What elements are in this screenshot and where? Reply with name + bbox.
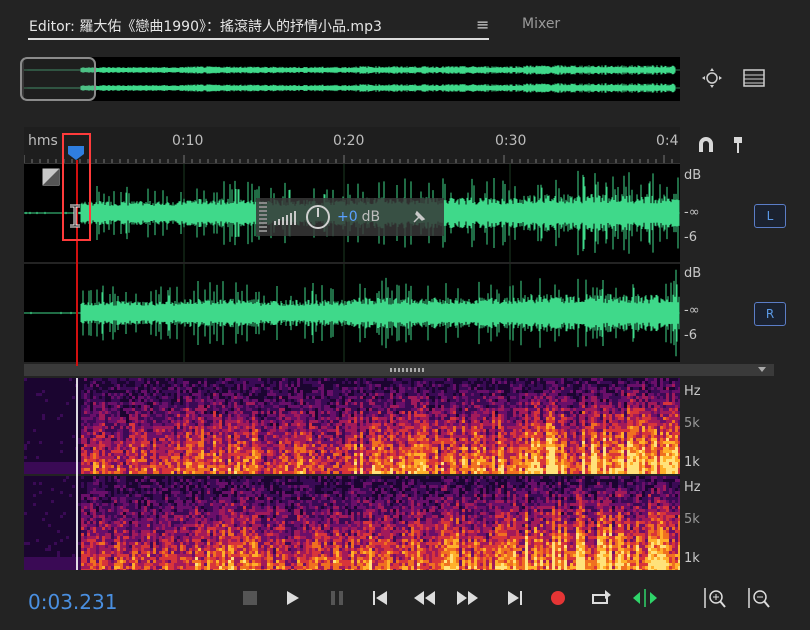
play-button[interactable]: [281, 586, 305, 610]
hud-grip-icon[interactable]: [259, 202, 267, 232]
pin-icon[interactable]: [410, 208, 428, 226]
view-divider[interactable]: [24, 364, 774, 376]
tab-mixer[interactable]: Mixer: [522, 16, 560, 32]
ruler-label: 0:20: [333, 133, 365, 149]
hz-label-5k: 5k: [684, 416, 700, 431]
list-view-icon[interactable]: [742, 66, 766, 90]
heads-up-volume-display[interactable]: +0 dB: [256, 198, 444, 236]
playhead-line-spectral: [76, 378, 78, 570]
hz-label: Hz: [684, 384, 701, 399]
ruler-label: 0:4: [656, 133, 679, 149]
timecode-display[interactable]: 0:03.231: [28, 590, 117, 614]
highlight-box: [62, 133, 91, 241]
ruler-unit-label: hms: [28, 133, 58, 149]
ruler-ticks: [24, 155, 673, 163]
stop-button[interactable]: [238, 586, 262, 610]
side-panel: [680, 118, 810, 578]
hz-label-1k: 1k: [684, 455, 700, 470]
marker-pin-icon[interactable]: [726, 133, 750, 157]
db-label-top: dB: [684, 266, 702, 281]
db-label-bottom: -6: [684, 230, 697, 245]
volume-knob-icon[interactable]: [305, 204, 331, 230]
spectral-right-graphic: [24, 476, 680, 570]
channel-badge-right[interactable]: R: [754, 302, 786, 326]
db-label-top: dB: [684, 168, 702, 183]
chevron-down-icon[interactable]: [758, 367, 766, 372]
skip-to-end-button[interactable]: [503, 586, 527, 610]
waveform-channel-right[interactable]: [24, 264, 680, 362]
channel-badge-left[interactable]: L: [754, 204, 786, 228]
zoom-in-amplitude-button[interactable]: [702, 586, 726, 610]
spectral-display-left[interactable]: [24, 378, 680, 474]
fast-forward-button[interactable]: [456, 586, 480, 610]
transport-bar: [0, 578, 810, 630]
db-label-bottom: -6: [684, 328, 697, 343]
ruler-label: 0:30: [495, 133, 527, 149]
rewind-button[interactable]: [413, 586, 437, 610]
volume-value: +0: [337, 209, 358, 225]
zoom-out-amplitude-button[interactable]: [746, 586, 770, 610]
tab-menu-icon[interactable]: ≡: [476, 15, 489, 34]
db-label-mid: -∞: [684, 205, 700, 220]
hz-label-5k: 5k: [684, 512, 700, 527]
hz-label-1k: 1k: [684, 551, 700, 566]
overview-waveform[interactable]: [24, 57, 680, 101]
volume-meter-icon: [274, 211, 296, 225]
overview-waveform-graphic: [24, 65, 680, 93]
spectral-left-graphic: [24, 378, 680, 474]
snap-magnet-icon[interactable]: [694, 133, 718, 157]
divider-grip-icon[interactable]: [390, 368, 424, 372]
overview-viewport-handle[interactable]: [20, 57, 96, 101]
volume-unit: dB: [361, 209, 381, 225]
skip-to-start-button[interactable]: [368, 586, 392, 610]
time-ruler[interactable]: hms 0:10 0:20 0:30 0:4: [24, 127, 680, 164]
spectral-display-right[interactable]: [24, 476, 680, 570]
zoom-navigator-icon[interactable]: [700, 66, 724, 90]
loop-playback-button[interactable]: [589, 586, 613, 610]
hz-label: Hz: [684, 480, 701, 495]
db-label-mid: -∞: [684, 303, 700, 318]
ruler-label: 0:10: [172, 133, 204, 149]
tab-active-underline: [28, 38, 489, 40]
pause-button[interactable]: [325, 586, 349, 610]
tab-editor[interactable]: Editor: 羅大佑《戀曲1990》：搖滾詩人的抒情小品.mp3: [29, 16, 382, 36]
skip-selection-button[interactable]: [633, 586, 657, 610]
record-button[interactable]: [546, 586, 570, 610]
waveform-right-graphic: [24, 264, 680, 362]
channel-toggle-icon[interactable]: [42, 168, 60, 186]
